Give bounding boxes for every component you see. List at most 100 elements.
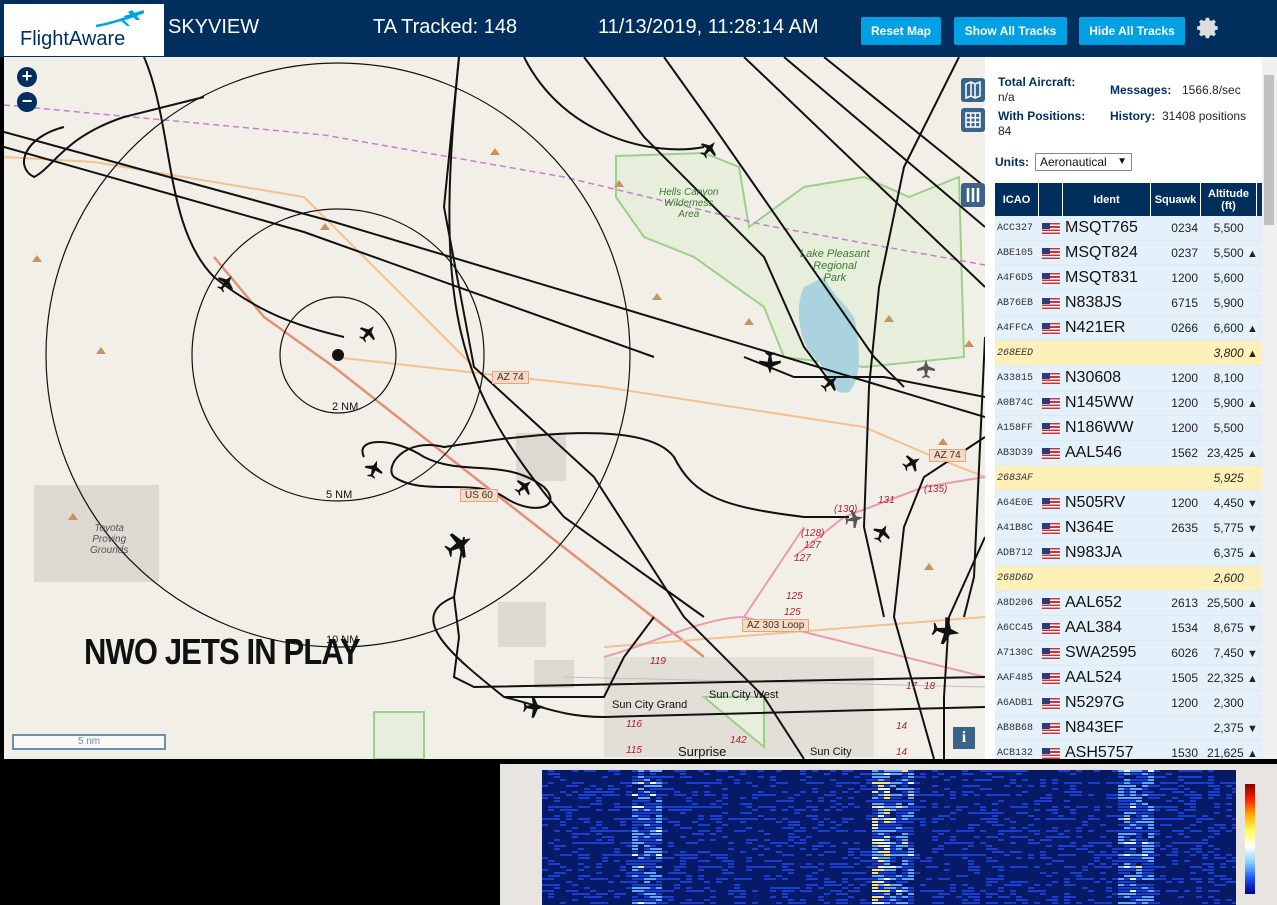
waterfall-cell — [980, 818, 986, 820]
scrollbar-thumb[interactable] — [1264, 75, 1274, 225]
waterfall-cell — [896, 797, 902, 799]
waterfall-cell — [554, 830, 560, 832]
table-row[interactable]: A33815 N30608 1200 8,100 — [995, 366, 1262, 391]
hide-all-tracks-button[interactable]: Hide All Tracks — [1079, 17, 1185, 45]
table-row[interactable]: 268EED 3,800 ▲ — [995, 341, 1262, 366]
waterfall-cell — [890, 845, 896, 847]
waterfall-cell — [884, 800, 890, 802]
waterfall-cell — [632, 866, 638, 868]
table-row[interactable]: A158FF N186WW 1200 5,500 — [995, 416, 1262, 441]
waterfall-cell — [632, 770, 638, 772]
map-layers-icon[interactable] — [961, 78, 985, 102]
header-bar: FlightAware SKYVIEW TA Tracked: 148 11/1… — [0, 0, 1277, 57]
waterfall-cell — [734, 890, 740, 892]
waterfall-cell — [962, 875, 968, 877]
flightaware-logo[interactable]: FlightAware — [4, 4, 164, 56]
waterfall-cell — [1010, 902, 1016, 904]
table-row[interactable]: AB3D39 AAL546 1562 23,425 ▲ — [995, 441, 1262, 466]
waterfall-cell — [932, 818, 938, 820]
waterfall-cell — [836, 884, 842, 886]
col-icao[interactable]: ICAO — [995, 183, 1039, 216]
trend-icon: ▲ — [1247, 448, 1258, 460]
table-row[interactable]: AB8B68 N843EF 2,375 ▼ — [995, 716, 1262, 741]
waterfall-cell — [872, 893, 878, 895]
table-row[interactable]: A41B8C N364E 2635 5,775 ▼ — [995, 516, 1262, 541]
waterfall-cell — [1136, 782, 1142, 784]
table-row[interactable]: A4FFCA N421ER 0266 6,600 ▲ — [995, 316, 1262, 341]
columns-toggle-icon[interactable] — [961, 183, 985, 207]
waterfall-cell — [1208, 830, 1214, 832]
waterfall-cell — [1112, 848, 1118, 850]
waterfall-cell — [896, 866, 902, 868]
table-row[interactable]: ADB712 N983JA 6,375 ▲ — [995, 541, 1262, 566]
waterfall-cell — [626, 845, 632, 847]
gear-icon[interactable] — [1195, 15, 1221, 41]
table-row[interactable]: ACC327 MSQT765 0234 5,500 — [995, 216, 1262, 241]
waterfall-cell — [884, 848, 890, 850]
waterfall-cell — [908, 815, 914, 817]
waterfall-cell — [1136, 830, 1142, 832]
waterfall-cell — [932, 839, 938, 841]
col-squawk[interactable]: Squawk — [1151, 183, 1201, 216]
grid-icon[interactable] — [961, 108, 985, 132]
waterfall-cell — [674, 872, 680, 874]
waterfall-cell — [584, 896, 590, 898]
table-row[interactable]: ABE105 MSQT824 0237 5,500 ▲ — [995, 241, 1262, 266]
waterfall-cell — [644, 815, 650, 817]
waterfall-cell — [992, 836, 998, 838]
table-row[interactable]: A4F6D5 MSQT831 1200 5,600 — [995, 266, 1262, 291]
waterfall-cell — [776, 821, 782, 823]
waterfall-cell — [578, 857, 584, 859]
waterfall-cell — [878, 863, 884, 865]
waterfall-cell — [968, 863, 974, 865]
table-row[interactable]: A64E0E N505RV 1200 4,450 ▼ — [995, 491, 1262, 516]
waterfall-cell — [806, 815, 812, 817]
waterfall-cell — [896, 827, 902, 829]
col-ident[interactable]: Ident — [1063, 183, 1151, 216]
table-row[interactable]: AAF485 AAL524 1505 22,325 ▲ — [995, 666, 1262, 691]
table-row[interactable]: AB76EB N838JS 6715 5,900 — [995, 291, 1262, 316]
waterfall-cell — [854, 878, 860, 880]
zoom-in-button[interactable]: + — [17, 67, 37, 87]
waterfall-cell — [962, 890, 968, 892]
table-scrollbar[interactable] — [1262, 57, 1277, 759]
map-view[interactable]: 2 NM 5 NM 10 NM Hells Canyon Wilderness … — [4, 57, 985, 759]
units-select[interactable]: Aeronautical ▼ — [1035, 153, 1132, 171]
waterfall-cell — [890, 896, 896, 898]
waterfall-cell — [962, 902, 968, 904]
waterfall-cell — [662, 782, 668, 784]
info-icon[interactable]: i — [953, 727, 975, 749]
table-row[interactable]: A6CC45 AAL384 1534 8,675 ▼ — [995, 616, 1262, 641]
waterfall-cell — [902, 902, 908, 904]
waterfall-cell — [1082, 887, 1088, 889]
waterfall-cell — [920, 806, 926, 808]
waterfall-cell — [638, 815, 644, 817]
waterfall-cell — [932, 776, 938, 778]
table-row[interactable]: A7130C SWA2595 6026 7,450 ▼ — [995, 641, 1262, 666]
zoom-out-button[interactable]: − — [17, 92, 37, 112]
cell-flag — [1039, 722, 1063, 734]
table-row[interactable]: 2683AF 5,925 — [995, 466, 1262, 491]
col-altitude[interactable]: Altitude (ft) — [1201, 183, 1257, 216]
us-flag-icon — [1042, 497, 1060, 509]
waterfall-cell — [1070, 872, 1076, 874]
waterfall-cell — [770, 818, 776, 820]
table-row[interactable]: 268D6D 2,600 — [995, 566, 1262, 591]
reset-map-button[interactable]: Reset Map — [861, 17, 941, 45]
col-flag[interactable] — [1039, 183, 1063, 216]
table-row[interactable]: A6ADB1 N5297G 1200 2,300 — [995, 691, 1262, 716]
waterfall-cell — [1136, 815, 1142, 817]
waterfall-cell — [1130, 845, 1136, 847]
route-number: 14 — [896, 721, 908, 732]
table-row[interactable]: A8D206 AAL652 2613 25,500 ▲ — [995, 591, 1262, 616]
waterfall-cell — [632, 812, 638, 814]
table-row[interactable]: A0B74C N145WW 1200 5,900 ▲ — [995, 391, 1262, 416]
table-row[interactable]: ACB132 ASH5757 1530 21,625 ▲ — [995, 741, 1262, 759]
waterfall-cell — [1118, 893, 1124, 895]
waterfall-cell — [1106, 896, 1112, 898]
waterfall-cell — [704, 791, 710, 793]
show-all-tracks-button[interactable]: Show All Tracks — [954, 17, 1067, 45]
waterfall-cell — [716, 779, 722, 781]
altitude-value: 22,325 — [1206, 671, 1244, 685]
altitude-value: 2,300 — [1213, 696, 1244, 710]
